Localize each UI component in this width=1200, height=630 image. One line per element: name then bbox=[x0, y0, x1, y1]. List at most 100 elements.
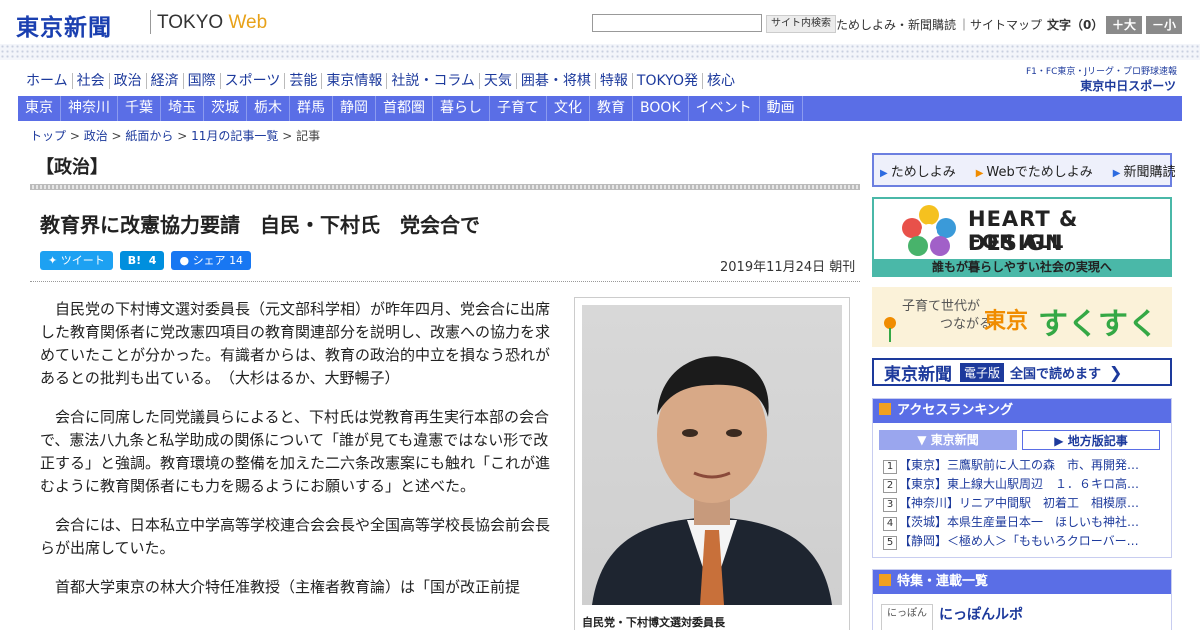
ranking-item-text: 【東京】東上線大山駅周辺 １．６キロ高… bbox=[899, 477, 1140, 491]
breadcrumb-current: 記事 bbox=[296, 129, 321, 143]
subscribe-label: 新聞購読 bbox=[1123, 164, 1176, 180]
feature-thumbnail[interactable]: にっぽん bbox=[881, 604, 933, 630]
font-size-increase-button[interactable]: ＋大 bbox=[1106, 16, 1142, 34]
web-trial-link[interactable]: ▶ Webでためしよみ bbox=[976, 161, 1103, 180]
logo-tokyo-web[interactable]: TOKYO Web bbox=[157, 12, 267, 34]
header-links: ためしよみ・新聞購読 ｜サイトマップ｜ bbox=[836, 18, 1057, 32]
breadcrumb-sep: > bbox=[173, 129, 192, 143]
subnav-shizuoka[interactable]: 静岡 bbox=[333, 96, 376, 121]
breadcrumb-paper[interactable]: 紙面から bbox=[125, 129, 173, 143]
subnav-kosodate[interactable]: 子育て bbox=[490, 96, 547, 121]
breadcrumb-politics[interactable]: 政治 bbox=[84, 129, 108, 143]
ranking-item-text: 【東京】三鷹駅前に人工の森 市、再開発… bbox=[899, 458, 1140, 472]
tweet-label: ツイート bbox=[60, 254, 105, 267]
nav-item-home[interactable]: ホーム bbox=[22, 73, 72, 89]
chunichi-sports-link[interactable]: F1・FC東京・Jリーグ・プロ野球速報 東京中日スポーツ bbox=[1026, 64, 1177, 94]
ranking-item[interactable]: 5 【静岡】＜極め人＞「ももいろクローバー… bbox=[873, 532, 1171, 551]
triangle-right-icon: ▶ bbox=[1054, 434, 1064, 448]
caret-down-icon: ▼ bbox=[917, 433, 927, 447]
nav-item-international[interactable]: 国際 bbox=[182, 73, 220, 89]
subnav-book[interactable]: BOOK bbox=[633, 96, 689, 121]
ranking-item-text: 【静岡】＜極め人＞「ももいろクローバー… bbox=[899, 534, 1139, 548]
edition-logo: 東京新聞 bbox=[884, 364, 952, 385]
nav-item-politics[interactable]: 政治 bbox=[108, 73, 146, 89]
logo-tokyo-text: TOKYO bbox=[157, 12, 224, 33]
subnav-ibaraki[interactable]: 茨城 bbox=[204, 96, 247, 121]
tab-tokyo-shimbun[interactable]: ▼ 東京新聞 bbox=[879, 430, 1017, 450]
search-input[interactable] bbox=[592, 14, 762, 32]
subscribe-link[interactable]: ▶ 新聞購読 bbox=[1113, 161, 1186, 180]
ranking-item-text: 【神奈川】リニア中間駅 初着工 相模原… bbox=[899, 496, 1140, 510]
regional-nav: 東京 神奈川 千葉 埼玉 茨城 栃木 群馬 静岡 首都圏 暮らし 子育て 文化 … bbox=[18, 96, 1182, 121]
features-header: 特集・連載一覧 bbox=[873, 570, 1171, 594]
article-date: 2019年11月24日 朝刊 bbox=[720, 260, 856, 275]
heart-design-tagline: 誰もが暮らしやすい社会の実現へ bbox=[874, 259, 1170, 275]
nav-item-tokyo-info[interactable]: 東京情報 bbox=[321, 73, 387, 89]
hatena-bookmark-button[interactable]: B! 4 bbox=[119, 251, 165, 270]
site-header: 東京新聞 TOKYO Web サイト内検索 ためしよみ・新聞購読 ｜サイトマップ｜… bbox=[0, 0, 1200, 46]
subnav-gunma[interactable]: 群馬 bbox=[290, 96, 333, 121]
tab-local-articles[interactable]: ▶ 地方版記事 bbox=[1021, 430, 1160, 450]
features-title: 特集・連載一覧 bbox=[897, 574, 989, 589]
ranking-item[interactable]: 3 【神奈川】リニア中間駅 初着工 相模原… bbox=[873, 494, 1171, 513]
ranking-item[interactable]: 1 【東京】三鷹駅前に人工の森 市、再開発… bbox=[873, 456, 1171, 475]
feature-item-link[interactable]: にっぽんルポ bbox=[939, 604, 1023, 624]
subnav-chiba[interactable]: 千葉 bbox=[118, 96, 161, 121]
header-dotted-band bbox=[0, 44, 1200, 60]
digital-edition-banner[interactable]: 東京新聞 電子版 全国で読めます ❯ bbox=[872, 358, 1172, 386]
tab-tokyo-label: 東京新聞 bbox=[930, 433, 979, 447]
ranking-item[interactable]: 4 【茨城】本県生産量日本一 ほしいも神社… bbox=[873, 513, 1171, 532]
subnav-video[interactable]: 動画 bbox=[760, 96, 803, 121]
tweet-button[interactable]: ✦ ツイート bbox=[40, 251, 113, 270]
nav-item-economy[interactable]: 経済 bbox=[145, 73, 183, 89]
subnav-tokyo[interactable]: 東京 bbox=[18, 96, 61, 121]
sukusuku-tagline-1: 子育て世代が bbox=[902, 299, 981, 314]
edition-text: 全国で読めます bbox=[1010, 366, 1102, 382]
heart-design-banner[interactable]: HEART & DESIGN FOR ALL 誰もが暮らしやすい社会の実現へ bbox=[872, 197, 1172, 277]
subnav-kanagawa[interactable]: 神奈川 bbox=[61, 96, 118, 121]
arrow-right-icon: ▶ bbox=[975, 167, 984, 179]
subnav-shutoken[interactable]: 首都圏 bbox=[376, 96, 433, 121]
nav-item-weather[interactable]: 天気 bbox=[478, 73, 516, 89]
trial-link[interactable]: ▶ ためしよみ bbox=[880, 161, 966, 180]
nav-item-tokyo-hatsu[interactable]: TOKYO発 bbox=[631, 73, 702, 89]
site-search-button[interactable]: サイト内検索 bbox=[766, 15, 836, 33]
subnav-bunka[interactable]: 文化 bbox=[547, 96, 590, 121]
article-photo: 自民党・下村博文選対委員長 bbox=[574, 297, 850, 630]
article-paragraph: 首都大学東京の林大介特任准教授（主権者教育論）は「国が改正前提 bbox=[55, 578, 521, 596]
subnav-event[interactable]: イベント bbox=[689, 96, 760, 121]
nav-item-special[interactable]: 特報 bbox=[594, 73, 632, 89]
subnav-kurashi[interactable]: 暮らし bbox=[433, 96, 490, 121]
breadcrumb-sep: > bbox=[66, 129, 84, 143]
trial-link-label: ためしよみ bbox=[890, 164, 956, 180]
article-paragraph: 会合に同席した同党議員らによると、下村氏は党教育再生実行本部の会合で、憲法八九条… bbox=[40, 408, 551, 495]
nav-item-editorial[interactable]: 社説・コラム bbox=[386, 73, 479, 89]
site-logo[interactable]: 東京新聞 bbox=[16, 8, 112, 42]
subnav-kyoiku[interactable]: 教育 bbox=[590, 96, 633, 121]
portrait-image bbox=[582, 305, 842, 605]
ranking-item[interactable]: 2 【東京】東上線大山駅周辺 １．６キロ高… bbox=[873, 475, 1171, 494]
logo-divider bbox=[150, 10, 151, 34]
breadcrumb-top[interactable]: トップ bbox=[30, 129, 66, 143]
subnav-tochigi[interactable]: 栃木 bbox=[247, 96, 290, 121]
fb-count: 14 bbox=[229, 254, 244, 267]
hatena-count: 4 bbox=[148, 254, 157, 267]
breadcrumb-month-list[interactable]: 11月の記事一覧 bbox=[191, 129, 278, 143]
header-link-sitemap[interactable]: サイトマップ bbox=[970, 18, 1042, 32]
subnav-saitama[interactable]: 埼玉 bbox=[161, 96, 204, 121]
rank-number: 1 bbox=[883, 460, 897, 474]
features-icon bbox=[879, 574, 891, 586]
nav-item-sports[interactable]: スポーツ bbox=[219, 73, 285, 89]
article-body: 自民党の下村博文選対委員長（元文部科学相）が昨年四月、党会合に出席した教育関係者… bbox=[40, 298, 554, 615]
nav-item-society[interactable]: 社会 bbox=[71, 73, 109, 89]
trial-links-box: ▶ ためしよみ ▶ Webでためしよみ ▶ 新聞購読 bbox=[872, 153, 1175, 187]
rank-number: 2 bbox=[883, 479, 897, 493]
nav-item-core[interactable]: 核心 bbox=[701, 73, 739, 89]
header-link-subscribe[interactable]: ためしよみ・新聞購読 bbox=[836, 18, 956, 32]
nav-item-go-shogi[interactable]: 囲碁・将棋 bbox=[515, 73, 595, 89]
font-size-decrease-button[interactable]: －小 bbox=[1146, 16, 1182, 34]
facebook-share-button[interactable]: ● シェア 14 bbox=[171, 251, 252, 270]
sukusuku-banner[interactable]: 子育て世代が つながる 東京 すくすく bbox=[872, 287, 1172, 347]
nav-item-entertainment[interactable]: 芸能 bbox=[284, 73, 322, 89]
share-buttons: ✦ ツイート B! 4 ● シェア 14 bbox=[40, 251, 258, 270]
